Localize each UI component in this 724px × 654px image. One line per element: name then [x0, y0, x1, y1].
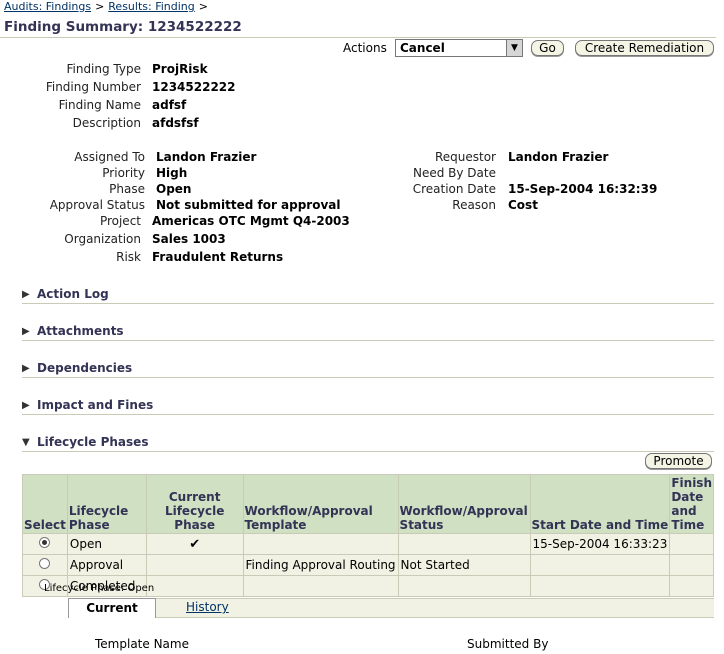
table-row: Approval Finding Approval Routing Not St… [22, 554, 714, 576]
reason-value: Cost [508, 198, 538, 212]
actions-select-value: Cancel [400, 41, 445, 55]
select-cell [22, 554, 68, 576]
breadcrumb-separator: > [95, 0, 105, 13]
select-cell [22, 533, 68, 555]
finish-cell [669, 533, 714, 555]
description-label: Description [72, 116, 141, 130]
section-title: Lifecycle Phases [37, 435, 149, 449]
finding-number-label: Finding Number [45, 80, 141, 94]
risk-value: Fraudulent Returns [152, 250, 284, 264]
breadcrumb-audits-findings[interactable]: Audits: Findings [4, 0, 91, 13]
section-impact-fines[interactable]: ▶ Impact and Fines [22, 398, 714, 415]
section-title: Dependencies [37, 361, 133, 375]
status-cell: Not Started [397, 554, 531, 576]
expand-icon[interactable]: ▶ [22, 326, 30, 337]
description-value: afdsfsf [152, 116, 199, 130]
section-title: Attachments [37, 324, 124, 338]
creation-date-label: Creation Date [412, 182, 496, 196]
start-cell: 15-Sep-2004 16:33:23 [529, 533, 671, 555]
go-button[interactable]: Go [531, 40, 564, 56]
expand-icon[interactable]: ▶ [22, 400, 30, 411]
phase-cell: Approval [66, 554, 147, 576]
finding-type-label: Finding Type [66, 62, 141, 76]
tab-bar: Current History [44, 598, 714, 618]
check-icon: ✔ [145, 533, 244, 555]
title-divider [0, 37, 716, 38]
phase-caption: Lifecycle Phase: Open [44, 583, 155, 594]
actions-label: Actions [343, 41, 387, 55]
section-title: Impact and Fines [37, 398, 154, 412]
reason-label: Reason [452, 198, 496, 212]
section-lifecycle-phases[interactable]: ▼ Lifecycle Phases [22, 435, 714, 452]
phase-label: Phase [109, 182, 145, 196]
requestor-label: Requestor [434, 150, 496, 164]
status-cell [397, 533, 531, 555]
column-header: Current Lifecycle Phase [145, 474, 244, 534]
breadcrumb-separator: > [198, 0, 208, 13]
dropdown-arrow-icon[interactable]: ▼ [506, 40, 522, 56]
tab-current[interactable]: Current [68, 598, 156, 618]
project-value: Americas OTC Mgmt Q4-2003 [152, 214, 350, 228]
create-remediation-button[interactable]: Create Remediation [575, 40, 714, 56]
expand-icon[interactable]: ▶ [22, 289, 30, 300]
current-cell [145, 554, 244, 576]
organization-value: Sales 1003 [152, 232, 226, 246]
finish-cell [669, 554, 714, 576]
column-header: Finish Date and Time [669, 474, 714, 534]
phase-value: Open [156, 182, 192, 196]
requestor-value: Landon Frazier [508, 150, 609, 164]
tab-history-strip: History [156, 598, 714, 618]
assigned-to-label: Assigned To [74, 150, 145, 164]
submitted-by-label: Submitted By [467, 637, 549, 651]
select-radio[interactable] [39, 558, 50, 569]
start-cell [529, 554, 671, 576]
tab-history[interactable]: History [186, 600, 229, 614]
section-dependencies[interactable]: ▶ Dependencies [22, 361, 714, 378]
template-cell: Finding Approval Routing [242, 554, 399, 576]
collapse-icon[interactable]: ▼ [22, 437, 30, 448]
project-label: Project [99, 214, 141, 228]
approval-status-value: Not submitted for approval [156, 198, 341, 212]
need-by-date-label: Need By Date [412, 166, 496, 180]
lifecycle-table: Select Lifecycle Phase Current Lifecycle… [22, 474, 714, 597]
approval-status-label: Approval Status [49, 198, 145, 212]
select-radio[interactable] [39, 537, 50, 548]
section-title: Action Log [37, 287, 109, 301]
creation-date-value: 15-Sep-2004 16:32:39 [508, 182, 658, 196]
finish-cell [669, 575, 714, 597]
page-title: Finding Summary: 1234522222 [4, 19, 242, 35]
template-cell [242, 533, 399, 555]
breadcrumb: Audits: Findings > Results: Finding > [4, 0, 212, 13]
table-row: Open ✔ 15-Sep-2004 16:33:23 [22, 533, 714, 555]
expand-icon[interactable]: ▶ [22, 363, 30, 374]
table-header-row: Select Lifecycle Phase Current Lifecycle… [22, 474, 714, 534]
section-action-log[interactable]: ▶ Action Log [22, 287, 714, 304]
phase-cell: Open [66, 533, 147, 555]
breadcrumb-results-finding[interactable]: Results: Finding [108, 0, 194, 13]
promote-button[interactable]: Promote [645, 453, 712, 469]
priority-label: Priority [102, 166, 145, 180]
section-attachments[interactable]: ▶ Attachments [22, 324, 714, 341]
template-name-label: Template Name [95, 637, 189, 651]
column-header: Workflow/Approval Template [242, 474, 399, 534]
finding-type-value: ProjRisk [152, 62, 208, 76]
risk-label: Risk [116, 250, 141, 264]
start-cell [529, 575, 671, 597]
actions-select[interactable]: Cancel ▼ [395, 39, 523, 57]
current-cell [145, 575, 244, 597]
column-header: Lifecycle Phase [66, 474, 147, 534]
column-header: Start Date and Time [529, 474, 671, 534]
status-cell [397, 575, 531, 597]
finding-name-label: Finding Name [58, 98, 141, 112]
column-header: Workflow/Approval Status [397, 474, 531, 534]
priority-value: High [156, 166, 188, 180]
finding-name-value: adfsf [152, 98, 187, 112]
finding-number-value: 1234522222 [152, 80, 236, 94]
column-header: Select [22, 474, 68, 534]
assigned-to-value: Landon Frazier [156, 150, 257, 164]
template-cell [242, 575, 399, 597]
organization-label: Organization [64, 232, 141, 246]
